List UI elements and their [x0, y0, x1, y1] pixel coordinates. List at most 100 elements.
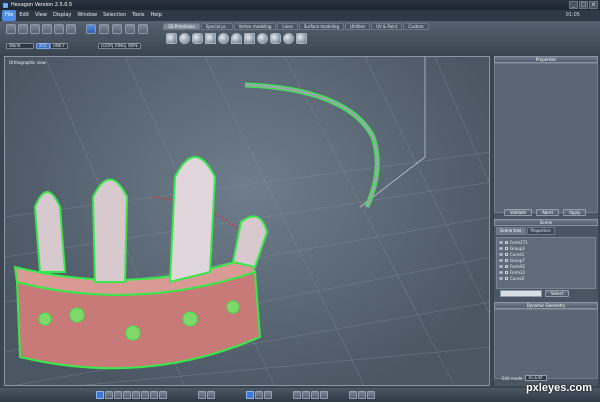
material-button[interactable]	[320, 391, 328, 399]
torus-icon[interactable]	[218, 33, 229, 44]
tab-lines[interactable]: Lines	[277, 23, 298, 30]
tab-scene-properties[interactable]: Properties	[526, 227, 555, 235]
wipe-chip[interactable]: WIPE	[125, 43, 142, 49]
single-view-button[interactable]	[96, 391, 104, 399]
eye-icon[interactable]	[499, 270, 503, 274]
vertex-mode-button[interactable]	[86, 24, 96, 34]
tab-custom[interactable]: Custom	[403, 23, 429, 30]
list-item[interactable]: Curve2	[499, 275, 593, 281]
menu-view[interactable]: View	[32, 10, 50, 21]
eye-icon[interactable]	[499, 252, 503, 256]
cube-icon[interactable]	[166, 33, 177, 44]
edit-mode-select[interactable]: Au.Edit	[525, 375, 548, 381]
symmetry-button[interactable]	[264, 391, 272, 399]
maximize-button[interactable]: □	[579, 1, 588, 9]
zoom-icon[interactable]	[198, 391, 206, 399]
curve-object	[244, 82, 380, 208]
tab-surface-modeling[interactable]: Surface modeling	[298, 23, 344, 30]
paint-button[interactable]	[358, 391, 366, 399]
edit-mode-label: Edit mode	[502, 375, 523, 381]
capsule-icon[interactable]	[270, 33, 281, 44]
cone-icon[interactable]	[231, 33, 242, 44]
cylinder-icon[interactable]	[192, 33, 203, 44]
minimize-button[interactable]: _	[569, 1, 578, 9]
move-button[interactable]	[42, 24, 52, 34]
menu-tools[interactable]: Tools	[129, 10, 147, 21]
tab-special-primitives[interactable]: Special pr..	[200, 23, 233, 30]
scene-tree: Form271 Group3 Curve1 Group7 Form61 Form…	[496, 237, 596, 289]
dynamic-geometry-header: Dynamic Geometry	[494, 302, 598, 309]
geosphere-icon[interactable]	[283, 33, 294, 44]
scale-button[interactable]	[66, 24, 76, 34]
menu-help[interactable]: Help	[147, 10, 164, 21]
texture-button[interactable]	[159, 391, 167, 399]
disk-icon[interactable]	[257, 33, 268, 44]
coord-system-select[interactable]: World	[6, 43, 34, 49]
lock-checkbox[interactable]	[505, 246, 508, 250]
eye-icon[interactable]	[499, 246, 503, 250]
brush-button[interactable]	[18, 24, 28, 34]
title-bar: Hexagon Version 2.5.0.5 _ □ ×	[0, 0, 600, 10]
window-title: Hexagon Version 2.5.0.5	[11, 2, 73, 8]
lock-checkbox[interactable]	[505, 252, 508, 256]
eye-icon[interactable]	[499, 264, 503, 268]
eye-icon[interactable]	[499, 276, 503, 280]
select-button[interactable]: Select	[545, 290, 570, 297]
lasso-button[interactable]	[30, 24, 40, 34]
snap-button[interactable]	[246, 391, 254, 399]
four-view-button[interactable]	[123, 391, 131, 399]
eye-icon[interactable]	[499, 240, 503, 244]
lock-checkbox[interactable]	[505, 276, 508, 280]
layout-button[interactable]	[132, 391, 140, 399]
tab-utilities[interactable]: Utilities	[345, 23, 371, 30]
wireframe-button[interactable]	[150, 391, 158, 399]
pyramid-icon[interactable]	[244, 33, 255, 44]
grid-snap-button[interactable]	[255, 391, 263, 399]
dynamic-geometry-panel: Dynamic Geometry	[494, 302, 598, 386]
rotate-button[interactable]	[54, 24, 64, 34]
menu-selection[interactable]: Selection	[100, 10, 129, 21]
close-button[interactable]: ×	[589, 1, 598, 9]
validate-button[interactable]: Validate	[504, 209, 533, 216]
shading-button[interactable]	[141, 391, 149, 399]
lock-checkbox[interactable]	[505, 240, 508, 244]
two-view-button[interactable]	[105, 391, 113, 399]
tab-vertex-modeling[interactable]: Vertex modeling	[233, 23, 277, 30]
sculpt-button[interactable]	[367, 391, 375, 399]
tab-uv-paint[interactable]: UV & Paint	[371, 23, 403, 30]
scene-tabs: Scene tree Properties	[494, 226, 598, 236]
auto-mode-button[interactable]	[138, 24, 148, 34]
lock-checkbox[interactable]	[505, 270, 508, 274]
apply-button[interactable]: Apply	[563, 209, 587, 216]
properties-buttons: Validate Abort Apply	[504, 209, 587, 216]
tab-scene-tree[interactable]: Scene tree	[496, 227, 526, 235]
render-button[interactable]	[311, 391, 319, 399]
plane-icon[interactable]	[205, 33, 216, 44]
viewport-3d[interactable]: Orthographic view	[4, 56, 490, 386]
menu-edit[interactable]: Edit	[16, 10, 32, 21]
face-mode-button[interactable]	[112, 24, 122, 34]
edge-mode-button[interactable]	[99, 24, 109, 34]
lock-checkbox[interactable]	[505, 258, 508, 262]
light-button[interactable]	[302, 391, 310, 399]
object-mode-button[interactable]	[125, 24, 135, 34]
brush-tool-button[interactable]	[349, 391, 357, 399]
lock-checkbox[interactable]	[505, 264, 508, 268]
xyz-chip[interactable]: XYZ	[36, 43, 50, 49]
eye-icon[interactable]	[499, 258, 503, 262]
scene-header: Scene	[494, 219, 598, 226]
box-icon[interactable]	[296, 33, 307, 44]
select-arrow-button[interactable]	[6, 24, 16, 34]
unify-chip[interactable]: UNIFY	[50, 43, 68, 49]
watermark: pxleyes.com	[525, 382, 592, 394]
select-input[interactable]	[500, 290, 542, 297]
camera-button[interactable]	[293, 391, 301, 399]
menu-file[interactable]: File	[2, 10, 17, 21]
menu-display[interactable]: Display	[50, 10, 74, 21]
three-view-button[interactable]	[114, 391, 122, 399]
tab-3d-primitives[interactable]: 3D Primitives	[163, 23, 200, 30]
menu-window[interactable]: Window	[74, 10, 100, 21]
abort-button[interactable]: Abort	[536, 209, 560, 216]
sphere-icon[interactable]	[179, 33, 190, 44]
pan-icon[interactable]	[207, 391, 215, 399]
